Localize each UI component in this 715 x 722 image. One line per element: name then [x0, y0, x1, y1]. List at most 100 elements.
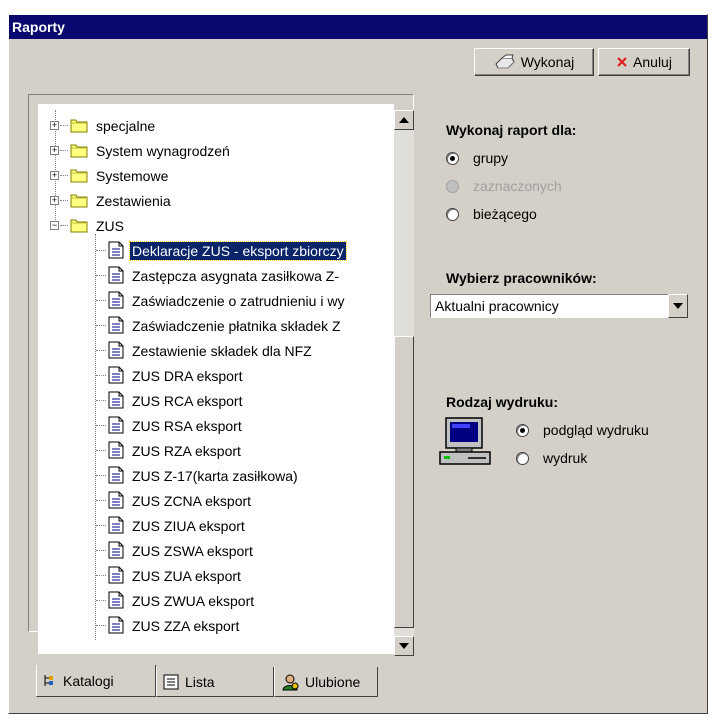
document-icon: [108, 391, 124, 409]
document-icon: [108, 366, 124, 384]
expand-toggle[interactable]: +: [50, 171, 59, 180]
tree-report-item[interactable]: Zaświadczenie płatnika składek Z: [38, 313, 394, 338]
radio-grupy[interactable]: grupy: [446, 148, 508, 168]
radio-button: [446, 179, 459, 193]
tree-report-item[interactable]: ZUS RSA eksport: [38, 413, 394, 438]
tree-report-item[interactable]: Zestawienie składek dla NFZ: [38, 338, 394, 363]
tree-report-item[interactable]: ZUS ZUA eksport: [38, 563, 394, 588]
expand-toggle[interactable]: +: [50, 196, 59, 205]
tree-folder-label: System wynagrodzeń: [96, 142, 230, 159]
x-icon: [616, 56, 628, 68]
radio-label: wydruk: [543, 450, 588, 466]
tree-report-item[interactable]: Zastępcza asygnata zasiłkowa Z-: [38, 263, 394, 288]
tree-report-item[interactable]: Deklaracje ZUS - eksport zbiorczy: [38, 238, 394, 263]
tree-report-item[interactable]: ZUS RCA eksport: [38, 388, 394, 413]
tree-folder-label: Zestawienia: [96, 192, 171, 209]
radio-wydruk[interactable]: wydruk: [516, 448, 587, 468]
tree-report-item[interactable]: ZUS DRA eksport: [38, 363, 394, 388]
document-icon: [108, 241, 124, 259]
tree-item-label: ZUS ZWUA eksport: [132, 592, 255, 609]
print-type-title: Rodzaj wydruku:: [446, 394, 559, 410]
tree-item-label: Deklaracje ZUS - eksport zbiorczy: [129, 240, 347, 261]
tree-item-label: ZUS ZIUA eksport: [132, 517, 245, 534]
document-icon: [108, 441, 124, 459]
radio-label: bieżącego: [473, 206, 537, 222]
radio-podglad-wydruku[interactable]: podgląd wydruku: [516, 420, 649, 440]
tree-item-label: ZUS ZZA eksport: [132, 617, 240, 634]
tree-item-label: ZUS RZA eksport: [132, 442, 241, 459]
tree-report-item[interactable]: ZUS Z-17(karta zasiłkowa): [38, 463, 394, 488]
report-tree[interactable]: + specjalne + System wynagrodzeń + Syste…: [38, 104, 394, 654]
radio-button[interactable]: [446, 151, 459, 165]
tree-item-label: ZUS ZSWA eksport: [132, 542, 253, 559]
arrow-up-icon: [399, 117, 409, 123]
tab-lista[interactable]: Lista: [156, 667, 274, 697]
tree-item-label: Zaświadczenie płatnika składek Z: [132, 317, 341, 334]
open-folder-icon: [70, 219, 88, 233]
folder-icon: [70, 194, 88, 208]
document-icon: [108, 266, 124, 284]
scroll-thumb[interactable]: [394, 336, 414, 628]
tab-katalogi[interactable]: Katalogi: [36, 665, 156, 697]
tree-item-label: ZUS Z-17(karta zasiłkowa): [132, 467, 298, 484]
employees-dropdown-button[interactable]: [668, 294, 688, 318]
tree-item-label: Zastępcza asygnata zasiłkowa Z-: [132, 267, 339, 284]
tree-folder-zestawienia[interactable]: + Zestawienia: [38, 188, 394, 213]
execute-button-label: Wykonaj: [520, 54, 575, 70]
cancel-button[interactable]: Anuluj: [598, 48, 690, 76]
expand-toggle[interactable]: +: [50, 121, 59, 130]
document-icon: [108, 291, 124, 309]
tree-item-label: ZUS RCA eksport: [132, 392, 243, 409]
tab-label: Katalogi: [63, 672, 114, 689]
tree-item-label: Zestawienie składek dla NFZ: [132, 342, 312, 359]
tree-report-item[interactable]: ZUS ZSWA eksport: [38, 538, 394, 563]
expand-toggle[interactable]: +: [50, 146, 59, 155]
tree-report-item[interactable]: ZUS RZA eksport: [38, 438, 394, 463]
tree-item-label: ZUS ZCNA eksport: [132, 492, 252, 509]
scroll-down-button[interactable]: [394, 636, 414, 656]
document-icon: [108, 591, 124, 609]
tree-report-item[interactable]: ZUS ZCNA eksport: [38, 488, 394, 513]
employees-select[interactable]: Aktualni pracownicy: [430, 294, 688, 318]
tab-label: Lista: [185, 673, 215, 690]
tree-icon: [43, 674, 57, 688]
tree-item-label: Zaświadczenie o zatrudnieniu i wy: [132, 292, 345, 309]
document-icon: [108, 416, 124, 434]
radio-biezacego[interactable]: bieżącego: [446, 204, 537, 224]
radio-zaznaczonych: zaznaczonych: [446, 176, 562, 196]
folder-icon: [70, 119, 88, 133]
tree-folder-specjalne[interactable]: + specjalne: [38, 113, 394, 138]
folder-icon: [70, 169, 88, 183]
tab-ulubione[interactable]: Ulubione: [274, 667, 378, 697]
tree-scrollbar[interactable]: [394, 110, 414, 656]
tree-folder-label: specjalne: [96, 117, 156, 134]
chevron-down-icon: [673, 303, 683, 309]
document-icon: [108, 566, 124, 584]
execute-button[interactable]: Wykonaj: [474, 48, 594, 76]
printer-icon: [494, 54, 516, 70]
radio-button[interactable]: [516, 423, 529, 437]
tree-report-item[interactable]: ZUS ZWUA eksport: [38, 588, 394, 613]
tree-folder-system-wynagrodzen[interactable]: + System wynagrodzeń: [38, 138, 394, 163]
tree-folder-zus[interactable]: − ZUS: [38, 213, 394, 238]
document-icon: [108, 616, 124, 634]
tree-folder-label: Systemowe: [96, 167, 169, 184]
tree-report-item[interactable]: ZUS ZIUA eksport: [38, 513, 394, 538]
tree-report-item[interactable]: Zaświadczenie o zatrudnieniu i wy: [38, 288, 394, 313]
tree-folder-label: ZUS: [96, 217, 124, 234]
document-icon: [108, 516, 124, 534]
document-icon: [108, 341, 124, 359]
collapse-toggle[interactable]: −: [50, 221, 59, 230]
tree-folder-systemowe[interactable]: + Systemowe: [38, 163, 394, 188]
tab-label: Ulubione: [305, 673, 361, 690]
radio-button[interactable]: [516, 451, 529, 465]
tree-item-label: ZUS RSA eksport: [132, 417, 242, 434]
tree-report-item[interactable]: ZUS ZZA eksport: [38, 613, 394, 638]
radio-button[interactable]: [446, 207, 459, 221]
radio-label: zaznaczonych: [473, 178, 562, 194]
cancel-button-label: Anuluj: [633, 54, 672, 70]
folder-icon: [70, 144, 88, 158]
radio-label: grupy: [473, 150, 509, 166]
computer-icon: [439, 417, 491, 465]
scroll-up-button[interactable]: [394, 110, 414, 130]
